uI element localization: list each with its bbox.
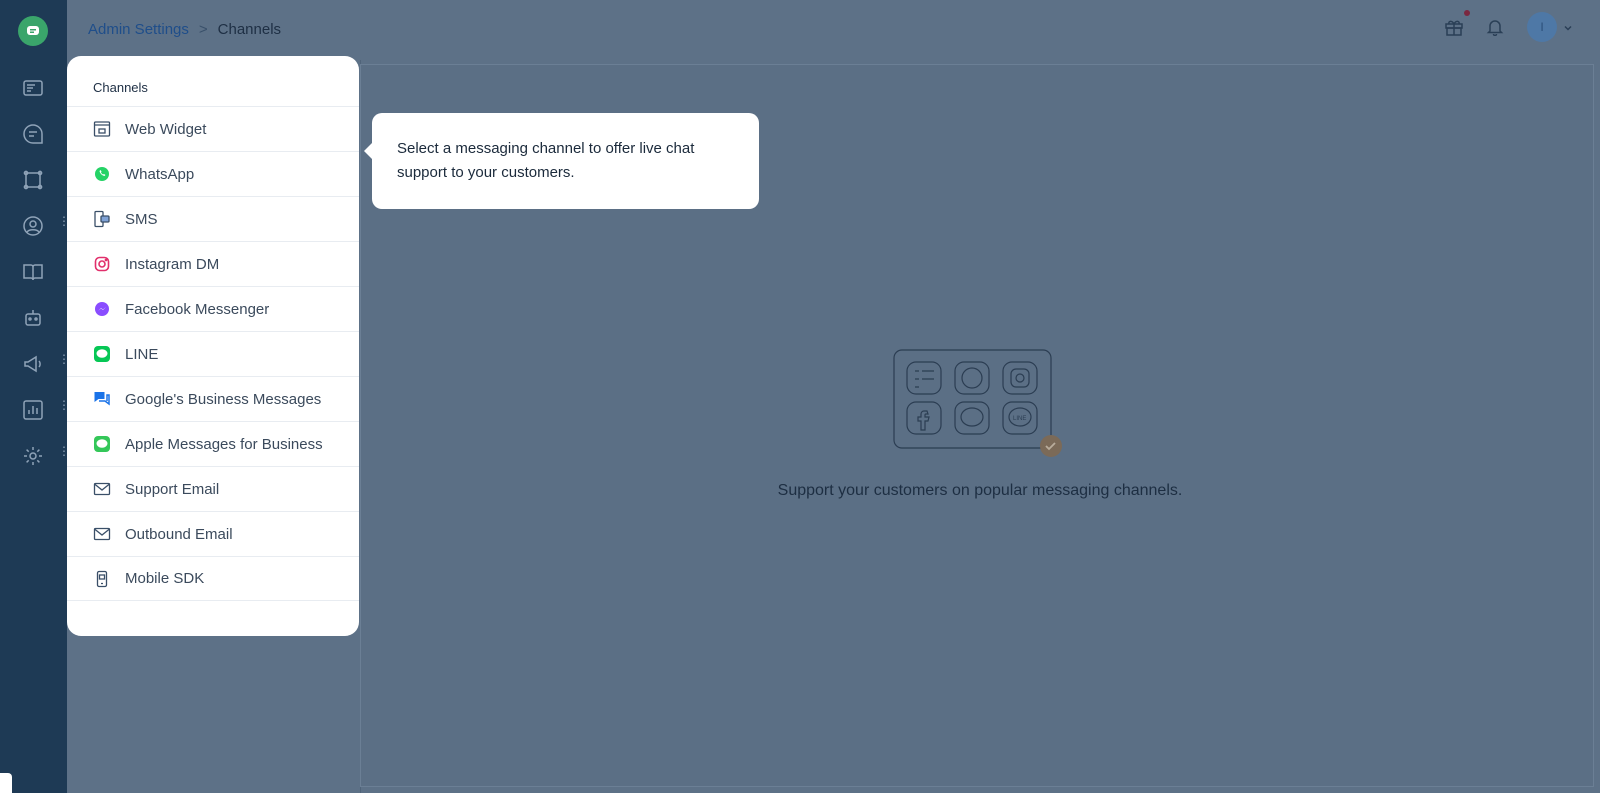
campaigns-icon[interactable] xyxy=(21,352,45,376)
contacts-more-icon[interactable]: ⋮ xyxy=(58,215,70,233)
contacts-icon[interactable] xyxy=(21,214,45,238)
chat-logo-icon[interactable] xyxy=(18,16,48,46)
bell-icon[interactable] xyxy=(1484,16,1506,38)
channel-label: WhatsApp xyxy=(125,165,195,183)
breadcrumb-current: Channels xyxy=(217,21,282,38)
web-widget-icon xyxy=(93,120,111,138)
channel-support-email[interactable]: Support Email xyxy=(67,466,359,511)
settings-more-icon[interactable]: ⋮ xyxy=(58,445,70,463)
reports-more-icon[interactable]: ⋮ xyxy=(58,399,70,417)
channel-label: Mobile SDK xyxy=(125,570,205,587)
empty-state-text: Support your customers on popular messag… xyxy=(777,482,1183,499)
breadcrumb-separator: > xyxy=(198,21,208,38)
email-icon xyxy=(93,525,111,543)
settings-icon[interactable] xyxy=(21,444,45,468)
apple-messages-icon xyxy=(93,435,111,453)
channel-apple-messages[interactable]: Apple Messages for Business xyxy=(67,421,359,466)
svg-text:LINE: LINE xyxy=(1013,416,1026,422)
sidebar-rail: ⋮ ⋮ ⋮ ⋮ xyxy=(0,0,70,793)
channel-label: Instagram DM xyxy=(125,255,220,273)
channel-web-widget[interactable]: Web Widget xyxy=(67,106,359,151)
tooltip-text: Select a messaging channel to offer live… xyxy=(397,140,695,181)
tooltip-arrow xyxy=(364,143,372,159)
panel-title: Channels xyxy=(93,80,148,95)
channel-whatsapp[interactable]: WhatsApp xyxy=(67,151,359,196)
avatar[interactable]: I xyxy=(1527,12,1557,42)
top-header xyxy=(67,0,1600,60)
line-icon xyxy=(93,345,111,363)
mobile-sdk-icon xyxy=(93,570,111,588)
help-center-icon[interactable] xyxy=(21,260,45,284)
inbox-icon[interactable] xyxy=(21,76,45,100)
corner-tab xyxy=(0,773,12,793)
channel-list: Web Widget WhatsApp SMS Instagram DM Fac… xyxy=(67,106,359,601)
google-business-messages-icon xyxy=(93,390,111,408)
channel-google-business-messages[interactable]: Google's Business Messages xyxy=(67,376,359,421)
whatsapp-icon xyxy=(93,165,111,183)
channels-illustration-icon: LINE xyxy=(893,349,1063,459)
channel-mobile-sdk[interactable]: Mobile SDK xyxy=(67,556,359,601)
channel-label: Facebook Messenger xyxy=(125,300,270,318)
channel-label: LINE xyxy=(125,345,159,363)
gift-icon[interactable] xyxy=(1443,16,1465,38)
breadcrumb-admin-settings[interactable]: Admin Settings xyxy=(88,21,189,38)
sms-icon xyxy=(93,210,111,228)
channel-label: Web Widget xyxy=(125,120,207,138)
channel-outbound-email[interactable]: Outbound Email xyxy=(67,511,359,556)
chevron-down-icon[interactable] xyxy=(1563,20,1573,38)
instagram-icon xyxy=(93,255,111,273)
messenger-icon xyxy=(93,300,111,318)
onboarding-tooltip: Select a messaging channel to offer live… xyxy=(364,113,759,209)
captain-icon[interactable] xyxy=(21,168,45,192)
breadcrumb: Admin Settings > Channels xyxy=(88,21,281,38)
channel-sms[interactable]: SMS xyxy=(67,196,359,241)
channels-panel: Channels Web Widget WhatsApp SMS Instagr… xyxy=(67,56,359,636)
channel-label: SMS xyxy=(125,210,158,228)
channel-label: Google's Business Messages xyxy=(125,390,322,408)
conversations-icon[interactable] xyxy=(21,122,45,146)
notification-dot xyxy=(1464,10,1470,16)
email-icon xyxy=(93,480,111,498)
channel-facebook-messenger[interactable]: Facebook Messenger xyxy=(67,286,359,331)
bot-icon[interactable] xyxy=(21,306,45,330)
reports-icon[interactable] xyxy=(21,398,45,422)
campaigns-more-icon[interactable]: ⋮ xyxy=(58,353,70,371)
channel-label: Apple Messages for Business xyxy=(125,435,323,453)
channel-instagram[interactable]: Instagram DM xyxy=(67,241,359,286)
channel-label: Support Email xyxy=(125,480,220,498)
channel-line[interactable]: LINE xyxy=(67,331,359,376)
channel-label: Outbound Email xyxy=(125,525,233,543)
